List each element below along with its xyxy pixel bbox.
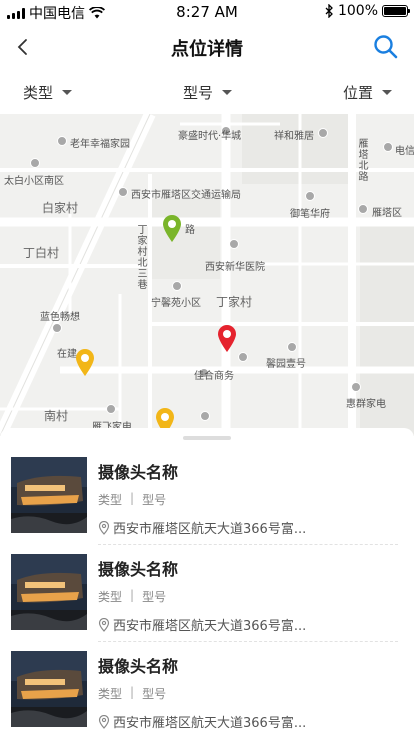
meta-separator: | (130, 491, 135, 505)
divider (98, 544, 398, 545)
map-label: 太白小区南区 (4, 176, 64, 187)
camera-model: 型号 (142, 687, 167, 701)
map-label: 南村 (44, 409, 69, 423)
bluetooth-icon (325, 4, 333, 18)
filter-location-label: 位置 (342, 83, 373, 102)
camera-list-item[interactable]: 摄像头名称 类型 | 型号 西安市雁塔区航天大道366号富... (0, 551, 414, 648)
poi-marker (351, 382, 361, 392)
map-label: 路 (185, 225, 195, 236)
camera-list-item[interactable]: 摄像头名称 类型 | 型号 西安市雁塔区航天大道366号富... (0, 648, 414, 736)
search-button[interactable] (372, 33, 400, 61)
poi-marker (305, 191, 315, 201)
poi-marker (106, 404, 116, 414)
camera-address-text: 西安市雁塔区航天大道366号富... (113, 619, 307, 634)
map-label: 豪盛时代·华城 (178, 131, 242, 142)
camera-address: 西安市雁塔区航天大道366号富... (98, 615, 306, 634)
nav-bar: 点位详情 (0, 24, 414, 70)
battery-percent: 100% (337, 3, 378, 19)
camera-type: 类型 (98, 590, 123, 604)
camera-thumbnail (11, 554, 87, 630)
filter-model-label: 型号 (182, 83, 213, 102)
map-pin-icon[interactable] (161, 213, 183, 243)
search-icon (374, 35, 398, 59)
map-label: 蓝色畅想 (40, 312, 80, 323)
poi-marker (30, 158, 40, 168)
map-label: 惠群家电 (346, 399, 386, 410)
battery-icon (382, 5, 410, 17)
poi-marker (318, 128, 328, 138)
location-pin-icon (98, 714, 110, 729)
camera-name: 摄像头名称 (98, 463, 179, 482)
filter-location[interactable]: 位置 (269, 70, 414, 114)
camera-address-text: 西安市雁塔区航天大道366号富... (113, 522, 307, 537)
camera-thumbnail (11, 651, 87, 727)
poi-marker (172, 281, 182, 291)
caret-down-icon (222, 89, 232, 95)
camera-list-item[interactable]: 摄像头名称 类型 | 型号 西安市雁塔区航天大道366号富... (0, 454, 414, 551)
poi-marker (383, 142, 393, 152)
caret-down-icon (382, 89, 392, 95)
map-label: 雁塔区 (372, 208, 402, 219)
poi-marker (200, 411, 210, 421)
drag-handle[interactable] (183, 436, 231, 440)
status-right: 100% (325, 3, 410, 19)
map-label: 丁家村 (216, 295, 253, 309)
map-label: 御笔华府 (290, 209, 330, 220)
filter-type-label: 类型 (23, 83, 54, 102)
map-view[interactable]: 老年幸福家园 豪盛时代·华城 祥和雅居 电信 太白小区南区 西安市雁塔区交通运输… (0, 114, 414, 436)
meta-separator: | (130, 588, 135, 602)
map-label: 西安新华医院 (205, 262, 265, 273)
map-label: 馨园壹号 (266, 359, 306, 370)
camera-name: 摄像头名称 (98, 560, 179, 579)
poi-marker (229, 239, 239, 249)
camera-model: 型号 (142, 493, 167, 507)
map-pin-icon[interactable] (74, 347, 96, 377)
page-title: 点位详情 (171, 39, 243, 60)
status-bar: 中国电信 8:27 AM 100% (0, 0, 414, 24)
meta-separator: | (130, 685, 135, 699)
location-pin-icon (98, 520, 110, 535)
poi-marker (57, 136, 67, 146)
map-label: 祥和雅居 (274, 131, 314, 142)
battery-fill (384, 7, 406, 15)
camera-address: 西安市雁塔区航天大道366号富... (98, 518, 306, 537)
poi-marker (287, 342, 297, 352)
poi-marker (358, 204, 368, 214)
camera-meta: 类型 | 型号 (98, 685, 166, 702)
bottom-sheet: 摄像头名称 类型 | 型号 西安市雁塔区航天大道366号富... 摄像头名称 类… (0, 428, 414, 736)
divider (98, 641, 398, 642)
camera-thumbnail (11, 457, 87, 533)
filter-bar: 类型 型号 位置 (0, 70, 414, 114)
map-label: 老年幸福家园 (70, 139, 130, 150)
caret-down-icon (62, 89, 73, 95)
poi-marker (52, 323, 62, 333)
map-label: 电信 (395, 146, 414, 157)
camera-type: 类型 (98, 493, 123, 507)
filter-model[interactable]: 型号 (146, 70, 269, 114)
map-label: 西安市雁塔区交通运输局 (131, 190, 241, 201)
poi-marker (118, 187, 128, 197)
camera-address: 西安市雁塔区航天大道366号富... (98, 712, 306, 731)
camera-meta: 类型 | 型号 (98, 491, 166, 508)
map-label: 宁馨苑小区 (151, 298, 201, 309)
map-label: 白家村 (42, 201, 79, 215)
map-label: 丁白村 (23, 246, 60, 260)
poi-marker (238, 352, 248, 362)
camera-meta: 类型 | 型号 (98, 588, 166, 605)
map-label: 佳合商务 (194, 371, 234, 382)
camera-type: 类型 (98, 687, 123, 701)
map-label: 丁家村北三巷 (135, 224, 146, 290)
filter-type[interactable]: 类型 (0, 70, 146, 114)
location-pin-icon (98, 617, 110, 632)
map-pin-icon[interactable] (216, 323, 238, 353)
map-label: 雁塔北路 (356, 138, 367, 182)
camera-name: 摄像头名称 (98, 657, 179, 676)
camera-model: 型号 (142, 590, 167, 604)
camera-address-text: 西安市雁塔区航天大道366号富... (113, 716, 307, 731)
